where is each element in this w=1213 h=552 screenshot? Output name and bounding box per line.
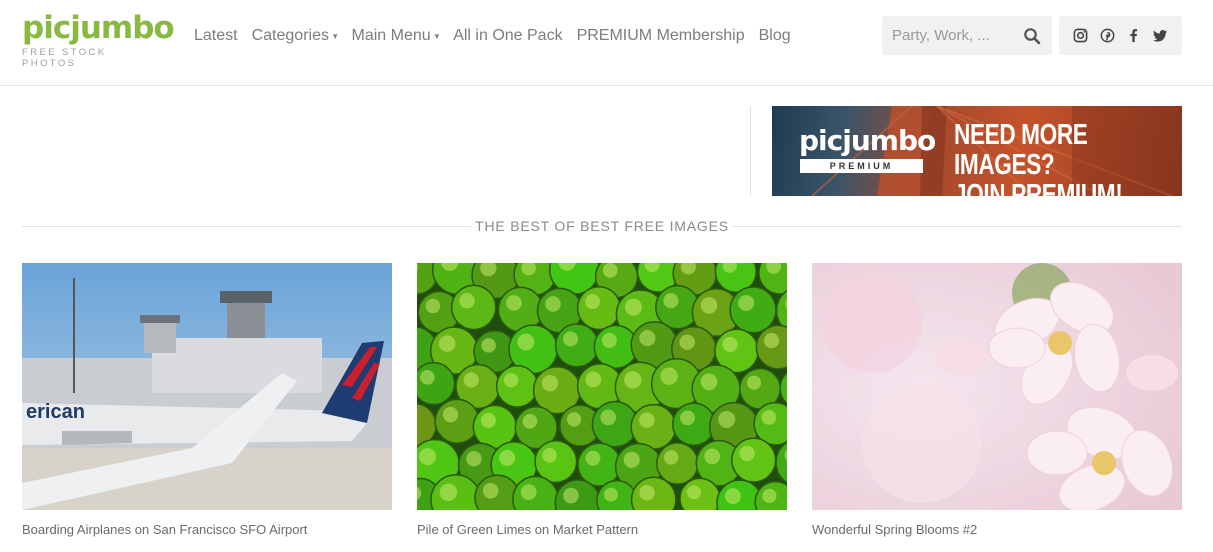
card-caption[interactable]: Pile of Green Limes on Market Pattern	[417, 522, 787, 537]
section-heading: THE BEST OF BEST FREE IMAGES	[22, 216, 1182, 236]
photo-card[interactable]: Pile of Green Limes on Market Pattern	[417, 263, 787, 537]
chevron-down-icon: ▾	[434, 30, 440, 41]
banner-divider	[750, 106, 751, 196]
chevron-down-icon: ▾	[332, 30, 338, 41]
heading-rule-left	[22, 226, 471, 227]
blossom-photo[interactable]	[812, 263, 1182, 510]
pinterest-icon[interactable]	[1099, 28, 1115, 44]
airport-photo[interactable]: erican	[22, 263, 392, 510]
search-box	[882, 16, 1052, 55]
card-caption[interactable]: Boarding Airplanes on San Francisco SFO …	[22, 522, 392, 537]
nav-blog[interactable]: Blog	[759, 27, 791, 45]
logo-wordmark: picjumbo	[22, 10, 175, 46]
nav-latest[interactable]: Latest	[194, 27, 238, 45]
nav-premium-membership[interactable]: PREMIUM Membership	[577, 27, 745, 45]
nav-main-menu-label: Main Menu	[351, 27, 431, 44]
nav-main-menu[interactable]: Main Menu ▾	[352, 27, 440, 45]
banner-premium-tag: PREMIUM	[800, 159, 923, 173]
social-links	[1059, 16, 1182, 55]
heading-rule-right	[733, 226, 1182, 227]
section-title: THE BEST OF BEST FREE IMAGES	[475, 218, 729, 234]
search-icon[interactable]	[1023, 27, 1041, 45]
twitter-icon[interactable]	[1153, 28, 1169, 44]
facebook-icon[interactable]	[1126, 28, 1142, 44]
nav-all-in-one-pack[interactable]: All in One Pack	[453, 27, 562, 45]
main-nav: Latest Categories ▾ Main Menu ▾ All in One…	[194, 24, 805, 48]
nav-categories[interactable]: Categories ▾	[252, 27, 338, 45]
banner-logo: picjumbo	[799, 124, 936, 157]
search-input[interactable]	[882, 16, 1022, 55]
banner-cta-line1: NEED MORE IMAGES?	[954, 119, 1088, 181]
photo-card[interactable]: erican Boarding Airplanes on San Francis…	[22, 263, 392, 537]
card-caption[interactable]: Wonderful Spring Blooms #2	[812, 522, 1182, 537]
premium-banner[interactable]: picjumbo PREMIUM NEED MORE IMAGES? JOIN …	[772, 106, 1182, 196]
logo-tagline: FREE STOCK PHOTOS	[22, 47, 107, 69]
site-header: picjumbo FREE STOCK PHOTOS Latest Catego…	[0, 0, 1213, 86]
banner-cta-line2: JOIN PREMIUM!	[954, 179, 1123, 196]
nav-latest-label: Latest	[194, 27, 238, 44]
instagram-icon[interactable]	[1072, 28, 1088, 44]
nav-premium-membership-label: PREMIUM Membership	[576, 27, 745, 44]
photo-card[interactable]: Wonderful Spring Blooms #2	[812, 263, 1182, 537]
nav-categories-label: Categories	[251, 27, 329, 44]
site-logo[interactable]: picjumbo FREE STOCK PHOTOS	[22, 10, 175, 69]
limes-photo[interactable]	[417, 263, 787, 510]
svg-text:erican: erican	[26, 401, 85, 423]
nav-blog-label: Blog	[758, 27, 791, 44]
banner-cta: NEED MORE IMAGES? JOIN PREMIUM!	[954, 120, 1132, 196]
nav-all-in-one-pack-label: All in One Pack	[453, 27, 563, 44]
